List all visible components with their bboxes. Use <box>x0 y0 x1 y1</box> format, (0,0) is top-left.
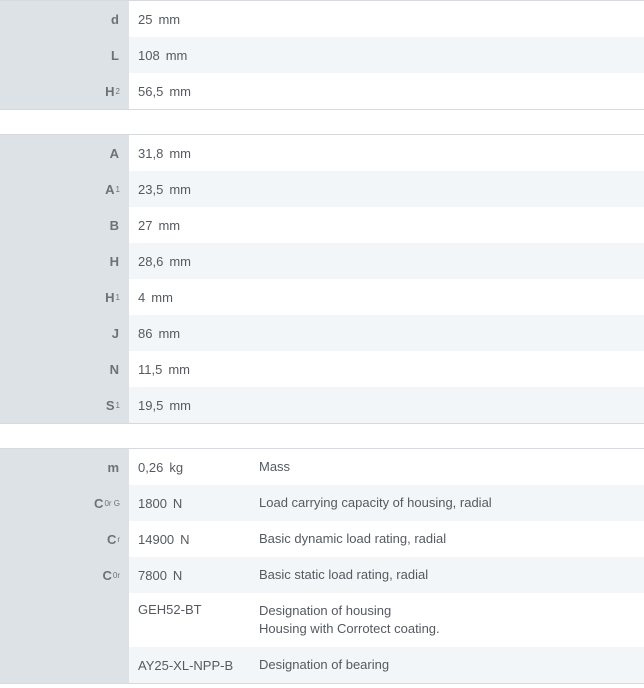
spec-unit: kg <box>169 459 184 475</box>
spec-row: H1 4 mm <box>0 279 644 315</box>
spec-value: AY25-XL-NPP-B <box>138 657 234 673</box>
spec-symbol <box>0 593 129 647</box>
spec-unit: mm <box>168 361 191 377</box>
spec-unit: N <box>180 531 190 547</box>
spec-symbol: A <box>0 135 129 171</box>
spec-unit: N <box>172 495 183 511</box>
spec-unit: mm <box>169 397 191 413</box>
spec-value: 19,5 mm <box>138 397 191 413</box>
spec-table: d 25 mm L 108 mm H2 56,5 mm A 31,8 mm A1 23,… <box>0 0 644 684</box>
spec-row: m 0,26 kg Mass <box>0 449 644 485</box>
spec-unit: mm <box>158 217 181 233</box>
spec-row: L 108 mm <box>0 37 644 73</box>
spec-row: H 28,6 mm <box>0 243 644 279</box>
group-separator <box>0 110 644 134</box>
spec-description: Basic static load rating, radial <box>259 567 429 582</box>
ratings-group: m 0,26 kg Mass C 0r G 1800 N Load carrying … <box>0 448 644 684</box>
spec-symbol: d <box>0 1 129 37</box>
spec-symbol: L <box>0 37 129 73</box>
spec-row: A 31,8 mm <box>0 135 644 171</box>
spec-unit: mm <box>169 83 191 99</box>
spec-symbol: Cr <box>0 521 129 557</box>
spec-value: 0,26 kg <box>138 459 184 475</box>
spec-value: 86 mm <box>138 325 181 341</box>
spec-row: Cr 14900 N Basic dynamic load rating, rad… <box>0 521 644 557</box>
spec-symbol: m <box>0 449 129 485</box>
spec-row: GEH52-BT Designation of housing Housing w… <box>0 593 644 647</box>
spec-row: N 11,5 mm <box>0 351 644 387</box>
dimensions-group-2: A 31,8 mm A1 23,5 mm B 27 mm H 28,6 mm H1 4m… <box>0 134 644 424</box>
spec-unit: mm <box>169 181 191 197</box>
spec-value: 14900 N <box>138 531 190 547</box>
spec-symbol: A1 <box>0 171 129 207</box>
spec-row: AY25-XL-NPP-B Designation of bearing <box>0 647 644 683</box>
spec-row: C 0r G 1800 N Load carrying capacity of ho… <box>0 485 644 521</box>
spec-unit: mm <box>169 253 191 269</box>
spec-symbol: N <box>0 351 129 387</box>
spec-value: 23,5 mm <box>138 181 191 197</box>
spec-symbol: C 0r G <box>0 485 129 521</box>
spec-value: GEH52-BT <box>138 602 202 617</box>
spec-value: 1800 N <box>138 495 183 511</box>
spec-description: Designation of housing Housing with Corro… <box>259 603 440 636</box>
spec-value: 28,6 mm <box>138 253 191 269</box>
spec-symbol: H2 <box>0 73 129 109</box>
spec-symbol: B <box>0 207 129 243</box>
spec-unit: mm <box>158 11 181 27</box>
spec-symbol: H1 <box>0 279 129 315</box>
spec-description: Basic dynamic load rating, radial <box>259 531 447 546</box>
spec-row: C 0r 7800 N Basic static load rating, radi… <box>0 557 644 593</box>
spec-value: 11,5 mm <box>138 361 191 377</box>
spec-value: 27 mm <box>138 217 181 233</box>
spec-row: H2 56,5 mm <box>0 73 644 109</box>
group-separator <box>0 424 644 448</box>
spec-value: 31,8 mm <box>138 145 191 161</box>
spec-row: d 25 mm <box>0 1 644 37</box>
spec-symbol: J <box>0 315 129 351</box>
dimensions-group-1: d 25 mm L 108 mm H2 56,5 mm <box>0 0 644 110</box>
spec-value: 56,5 mm <box>138 83 191 99</box>
spec-row: B 27 mm <box>0 207 644 243</box>
spec-value: 7800 N <box>138 567 183 583</box>
spec-description: Load carrying capacity of housing, radia… <box>259 495 492 510</box>
spec-unit: N <box>172 567 183 583</box>
spec-unit: mm <box>151 289 173 305</box>
spec-row: J 86 mm <box>0 315 644 351</box>
spec-symbol: H <box>0 243 129 279</box>
spec-description: Designation of bearing <box>259 657 390 672</box>
spec-value: 108 mm <box>138 47 188 63</box>
spec-unit: mm <box>169 145 191 161</box>
spec-symbol: S1 <box>0 387 129 423</box>
spec-symbol <box>0 647 129 683</box>
spec-unit: mm <box>165 47 188 63</box>
spec-symbol: C 0r <box>0 557 129 593</box>
spec-description: Mass <box>259 459 291 474</box>
spec-row: A1 23,5 mm <box>0 171 644 207</box>
spec-unit: mm <box>158 325 181 341</box>
spec-row: S1 19,5 mm <box>0 387 644 423</box>
spec-value: 25 mm <box>138 11 181 27</box>
spec-value: 4 mm <box>138 289 173 305</box>
